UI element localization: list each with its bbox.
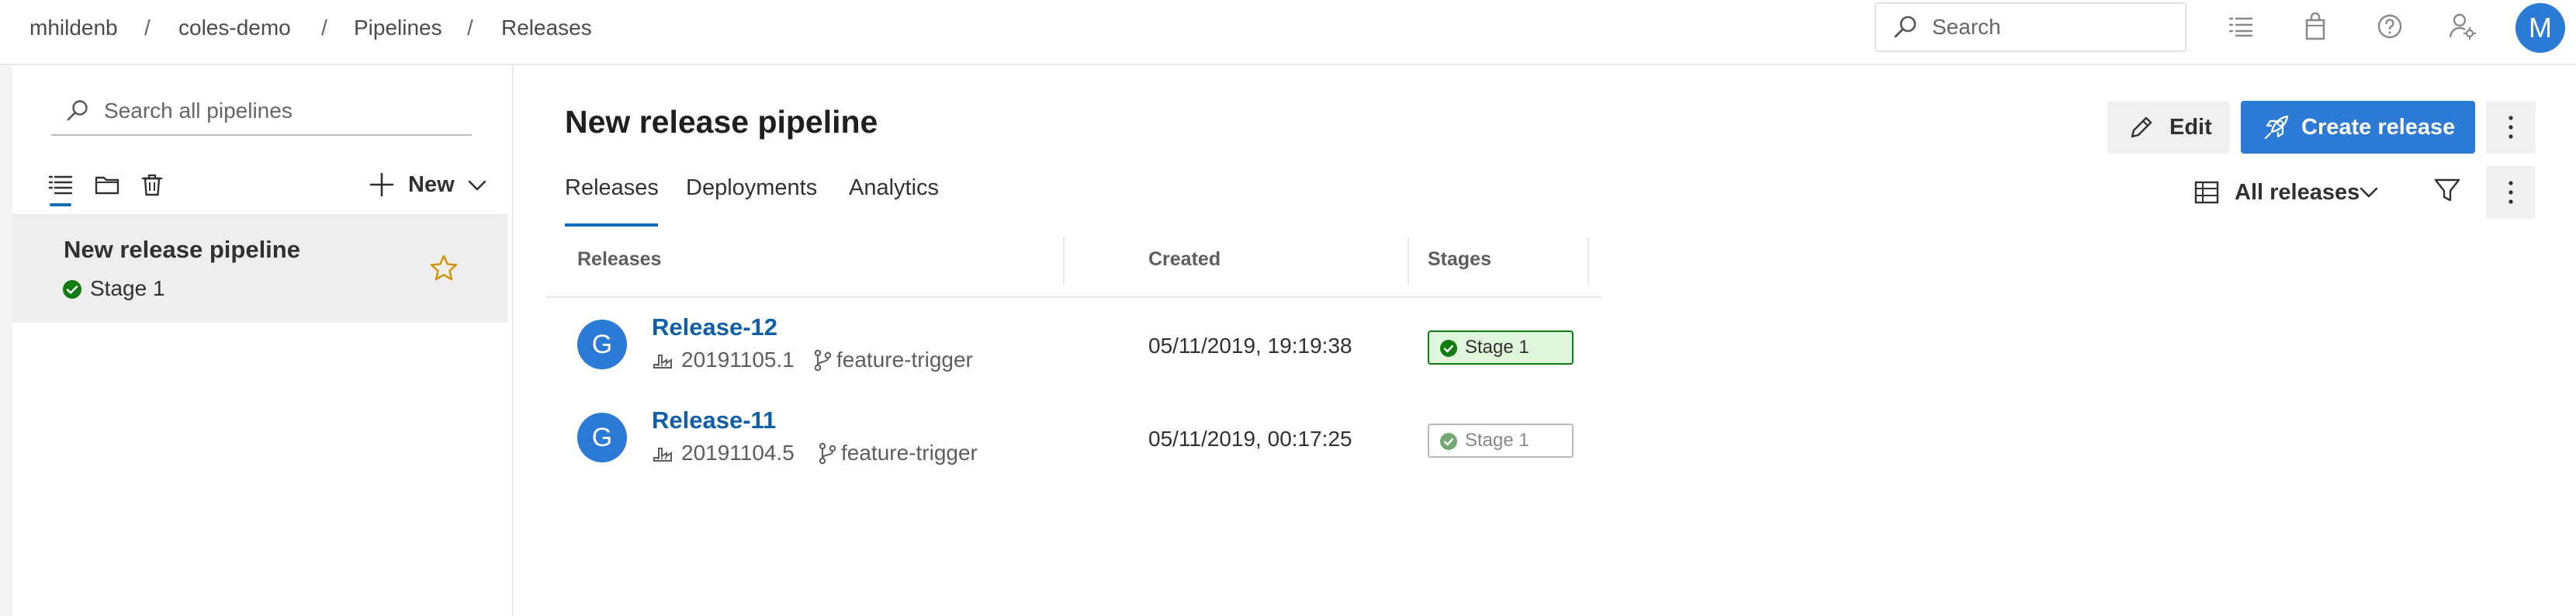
release-creator-avatar: G [577, 413, 627, 462]
branch-icon [816, 441, 838, 465]
pipeline-name: New release pipeline [64, 236, 300, 263]
pencil-icon [2128, 113, 2155, 141]
list-view-selected-indicator [50, 203, 71, 206]
column-header-releases[interactable]: Releases [577, 248, 661, 271]
stage-label: Stage 1 [1465, 430, 1529, 451]
more-vertical-icon [2502, 177, 2520, 208]
favorite-star-icon[interactable] [428, 253, 459, 284]
filter-icon[interactable] [2432, 175, 2463, 206]
active-tab-indicator [565, 223, 658, 227]
build-icon [652, 442, 673, 464]
all-releases-dropdown[interactable]: All releases [2193, 171, 2394, 214]
stage-badge[interactable]: Stage 1 [1428, 424, 1574, 458]
marketplace-bag-icon[interactable] [2300, 11, 2331, 42]
new-pipeline-label: New [408, 172, 455, 197]
page-title: New release pipeline [565, 104, 878, 140]
left-nav-strip [0, 65, 13, 616]
created-date: 05/11/2019, 00:17:25 [1148, 427, 1352, 451]
created-date: 05/11/2019, 19:19:38 [1148, 334, 1352, 358]
breadcrumb-project[interactable]: coles-demo [178, 0, 291, 56]
user-avatar[interactable]: M [2515, 3, 2565, 53]
search-pipelines-input[interactable]: Search all pipelines [51, 88, 472, 136]
list-view-icon[interactable] [47, 171, 74, 199]
top-bar: mhildenb / coles-demo / Pipelines / Rele… [0, 0, 2576, 65]
branch-name: feature-trigger [836, 348, 973, 372]
status-succeeded-icon [1440, 340, 1457, 357]
tab-deployments[interactable]: Deployments [686, 175, 817, 201]
search-placeholder: Search [1932, 15, 2001, 39]
pipeline-stage: Stage 1 [90, 276, 165, 300]
edit-label: Edit [2169, 115, 2212, 140]
status-succeeded-icon [62, 279, 82, 299]
rocket-icon [2261, 112, 2292, 143]
stage-badge[interactable]: Stage 1 [1428, 330, 1574, 365]
tab-analytics[interactable]: Analytics [849, 175, 939, 201]
plus-icon [368, 171, 396, 199]
search-pipelines-placeholder: Search all pipelines [104, 99, 293, 123]
search-icon [1892, 13, 1920, 41]
help-icon[interactable] [2374, 11, 2405, 42]
pipelines-sidebar [12, 65, 514, 616]
breadcrumb-separator: / [321, 16, 327, 40]
view-options-button[interactable] [2486, 166, 2536, 219]
column-divider [1587, 237, 1589, 286]
release-name-link[interactable]: Release-11 [652, 407, 776, 434]
more-vertical-icon [2502, 112, 2520, 143]
breadcrumb-releases[interactable]: Releases [501, 0, 592, 56]
column-divider [1063, 237, 1065, 286]
branch-icon [812, 348, 833, 372]
create-release-label: Create release [2301, 115, 2456, 140]
table-header-divider [546, 296, 1601, 298]
build-icon [652, 349, 673, 371]
breadcrumb-separator: / [467, 16, 473, 40]
new-pipeline-button[interactable]: New [362, 164, 492, 205]
deleted-icon[interactable] [138, 171, 166, 199]
chevron-down-icon [466, 174, 489, 197]
build-number: 20191105.1 [681, 348, 795, 372]
stage-label: Stage 1 [1465, 337, 1529, 358]
global-search-input[interactable]: Search [1875, 2, 2186, 52]
edit-button[interactable]: Edit [2107, 101, 2230, 154]
user-settings-icon[interactable] [2447, 11, 2478, 42]
chevron-down-icon [2357, 181, 2380, 204]
all-releases-label: All releases [2235, 180, 2360, 205]
create-release-button[interactable]: Create release [2241, 101, 2475, 154]
pipeline-list-item[interactable]: New release pipeline Stage 1 [12, 214, 507, 323]
release-name-link[interactable]: Release-12 [652, 313, 777, 341]
breadcrumb-org[interactable]: mhildenb [29, 0, 118, 56]
status-succeeded-icon [1440, 433, 1457, 450]
tab-releases[interactable]: Releases [565, 175, 659, 201]
build-number: 20191104.5 [681, 441, 795, 465]
task-list-icon[interactable] [2225, 11, 2256, 42]
search-icon [64, 97, 92, 125]
column-header-stages[interactable]: Stages [1428, 248, 1491, 271]
column-divider [1407, 237, 1409, 286]
table-view-icon [2193, 178, 2221, 206]
breadcrumb-separator: / [144, 16, 151, 40]
branch-name: feature-trigger [841, 441, 978, 465]
release-creator-avatar: G [577, 320, 627, 369]
breadcrumb-pipelines[interactable]: Pipelines [354, 0, 442, 56]
more-actions-button[interactable] [2486, 101, 2536, 154]
folder-view-icon[interactable] [93, 171, 121, 199]
column-header-created[interactable]: Created [1148, 248, 1220, 271]
